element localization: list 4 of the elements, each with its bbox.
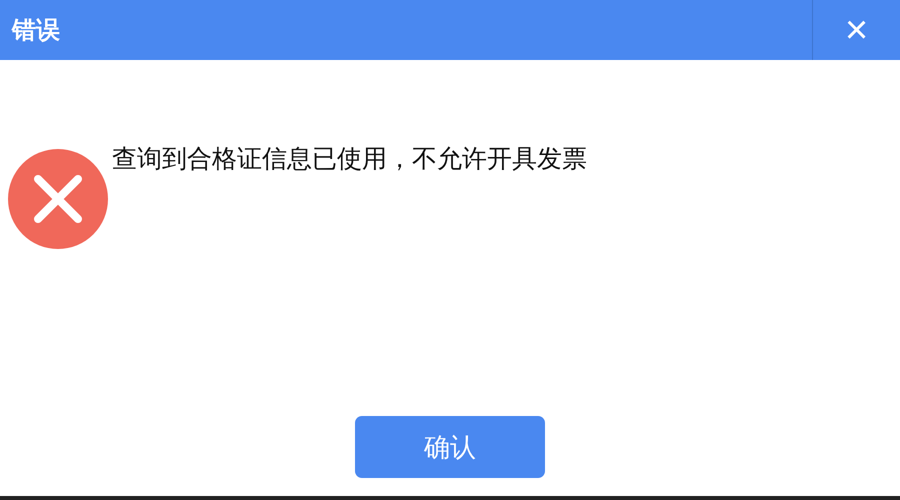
error-icon	[8, 149, 108, 249]
confirm-button[interactable]: 确认	[355, 416, 545, 478]
error-message: 查询到合格证信息已使用，不允许开具发票	[112, 143, 587, 175]
window-title: 错误	[12, 15, 60, 46]
